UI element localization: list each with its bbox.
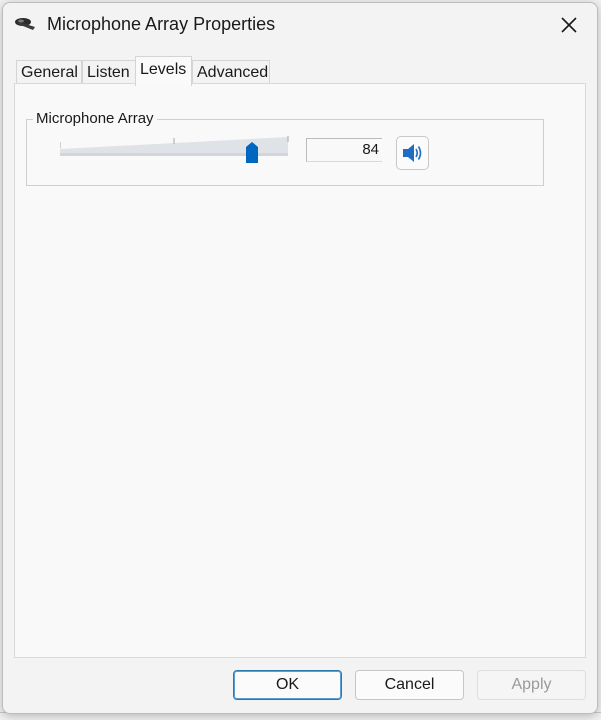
group-label: Microphone Array (33, 110, 157, 128)
apply-button[interactable]: Apply (477, 670, 586, 700)
slider-thumb[interactable] (245, 142, 259, 164)
level-slider[interactable] (60, 136, 290, 164)
window-title: Microphone Array Properties (47, 14, 276, 34)
tab-listen[interactable]: Listen (82, 60, 136, 84)
microphone-array-group: Microphone Array 84 (26, 110, 544, 186)
tab-levels[interactable]: Levels (135, 56, 192, 86)
level-value-input[interactable]: 84 (306, 138, 382, 162)
close-button[interactable] (549, 7, 589, 43)
cancel-button[interactable]: Cancel (355, 670, 464, 700)
speaker-icon (402, 144, 421, 162)
ok-button[interactable]: OK (233, 670, 342, 700)
tab-advanced[interactable]: Advanced (192, 60, 270, 84)
tab-general[interactable]: General (16, 60, 82, 84)
close-icon (561, 17, 577, 33)
levels-panel: Microphone Array 84 (14, 83, 586, 658)
properties-dialog: Microphone Array Properties General List… (2, 2, 598, 714)
microphone-icon (15, 15, 39, 33)
mute-toggle-button[interactable] (396, 136, 429, 170)
title-bar[interactable]: Microphone Array Properties (3, 3, 597, 47)
